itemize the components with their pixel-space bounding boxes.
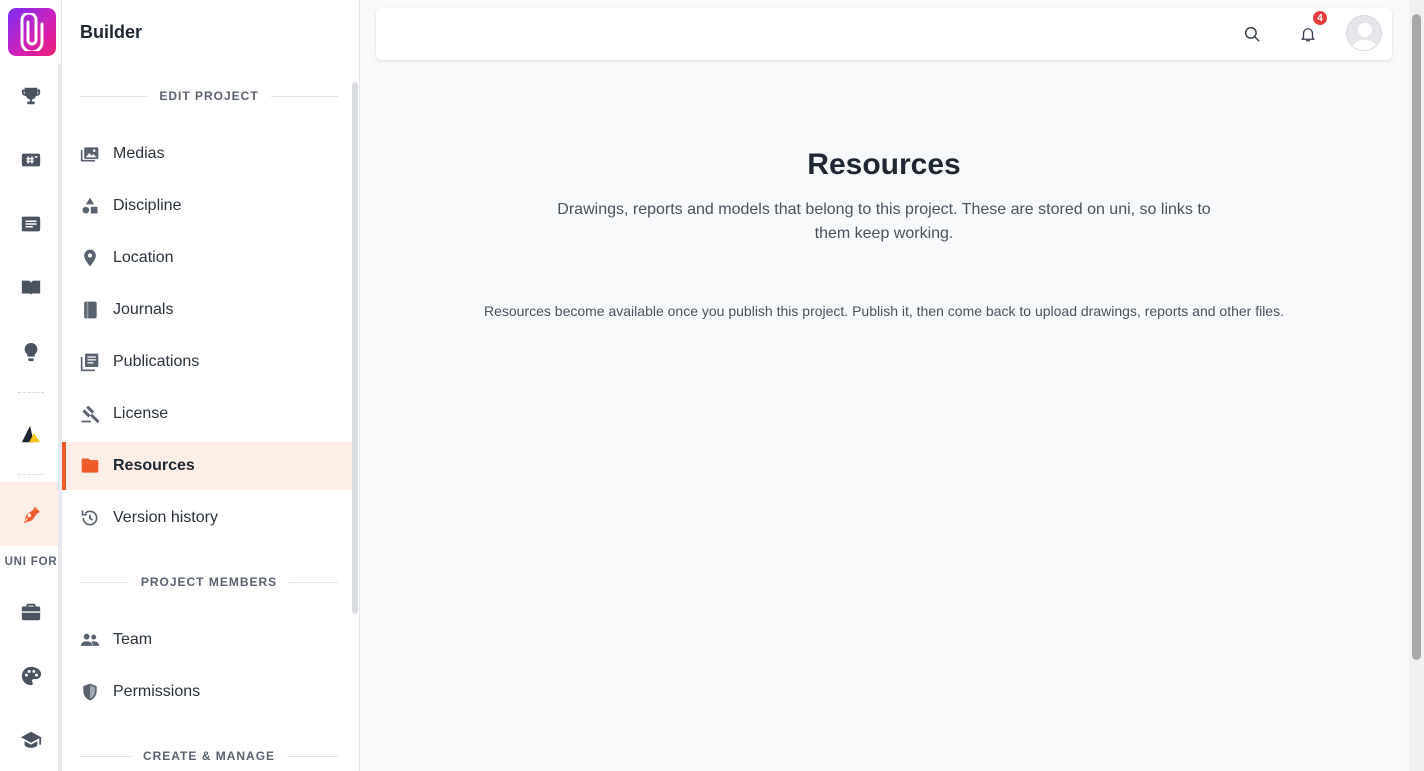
nav-item-permissions[interactable]: Permissions	[62, 668, 353, 716]
nav-item-discipline[interactable]: Discipline	[62, 182, 353, 230]
rail-ideas[interactable]	[0, 320, 62, 384]
palette-icon	[21, 666, 42, 686]
lightbulb-icon	[24, 342, 38, 362]
nav-item-team[interactable]: Team	[62, 616, 353, 664]
triangle-logo-icon	[21, 425, 41, 443]
hashtag-board-icon	[21, 153, 41, 167]
nav-item-license[interactable]: License	[62, 390, 353, 438]
paperclip-logo-icon	[20, 13, 44, 51]
section-create-manage: CREATE & MANAGE	[80, 749, 338, 763]
images-icon	[80, 147, 99, 162]
icon-rail: UNI FOR	[0, 0, 62, 771]
notification-count-badge: 4	[1312, 10, 1328, 26]
rail-section-label: UNI FOR	[4, 556, 58, 568]
people-icon	[80, 633, 100, 646]
history-icon	[81, 510, 98, 526]
rail-brand[interactable]	[0, 402, 62, 466]
publications-icon	[80, 353, 99, 372]
panel-title: Builder	[80, 22, 143, 42]
rail-business[interactable]	[0, 580, 62, 644]
nav-item-medias[interactable]: Medias	[62, 130, 353, 178]
bell-icon	[1301, 28, 1315, 42]
main-content: Resources Drawings, reports and models t…	[376, 60, 1392, 771]
nav-item-publications[interactable]: Publications	[62, 338, 353, 386]
map-pin-icon	[84, 249, 96, 267]
nav-item-journals[interactable]: Journals	[62, 286, 353, 334]
search-button[interactable]	[1240, 22, 1264, 46]
rail-creators[interactable]	[0, 644, 62, 708]
journal-icon	[84, 301, 97, 319]
search-icon	[1244, 26, 1260, 42]
rail-posts[interactable]	[0, 192, 62, 256]
section-label: CREATE & MANAGE	[142, 749, 276, 763]
rail-education[interactable]	[0, 708, 62, 771]
section-label: EDIT PROJECT	[159, 89, 259, 103]
publish-notice: Resources become available once you publ…	[483, 303, 1284, 319]
scrollbar-thumb[interactable]	[1412, 14, 1421, 660]
section-edit-project: EDIT PROJECT	[80, 89, 339, 103]
news-icon	[21, 216, 41, 232]
page-title: Resources	[807, 148, 961, 181]
builder-panel: Builder EDIT PROJECT Medias Discipline L…	[62, 0, 360, 771]
section-label: PROJECT MEMBERS	[140, 575, 278, 589]
panel-scrollbar[interactable]	[352, 82, 358, 614]
app-logo[interactable]	[8, 8, 56, 56]
rail-competitions[interactable]	[0, 64, 62, 128]
window-scrollbar[interactable]	[1409, 0, 1424, 771]
rail-library[interactable]	[0, 256, 62, 320]
trophy-icon	[21, 87, 41, 105]
rail-divider	[18, 392, 44, 393]
folder-icon	[81, 458, 99, 473]
section-project-members: PROJECT MEMBERS	[80, 575, 339, 589]
graduation-cap-icon	[20, 731, 42, 748]
nav-item-version-history[interactable]: Version history	[62, 494, 353, 542]
notifications-button[interactable]	[1296, 22, 1320, 46]
rail-builder[interactable]	[0, 482, 62, 546]
rail-projects[interactable]	[0, 128, 62, 192]
nav-item-location[interactable]: Location	[62, 234, 353, 282]
book-open-icon	[21, 280, 41, 296]
rail-divider	[18, 474, 44, 475]
shield-icon	[83, 683, 97, 701]
shapes-icon	[82, 197, 98, 214]
page-description: Drawings, reports and models that belong…	[557, 201, 1211, 242]
briefcase-icon	[21, 603, 41, 621]
nav-item-resources[interactable]: Resources	[62, 442, 353, 490]
pen-nib-icon	[23, 504, 41, 524]
gavel-icon	[81, 405, 100, 424]
user-avatar[interactable]	[1346, 15, 1382, 51]
